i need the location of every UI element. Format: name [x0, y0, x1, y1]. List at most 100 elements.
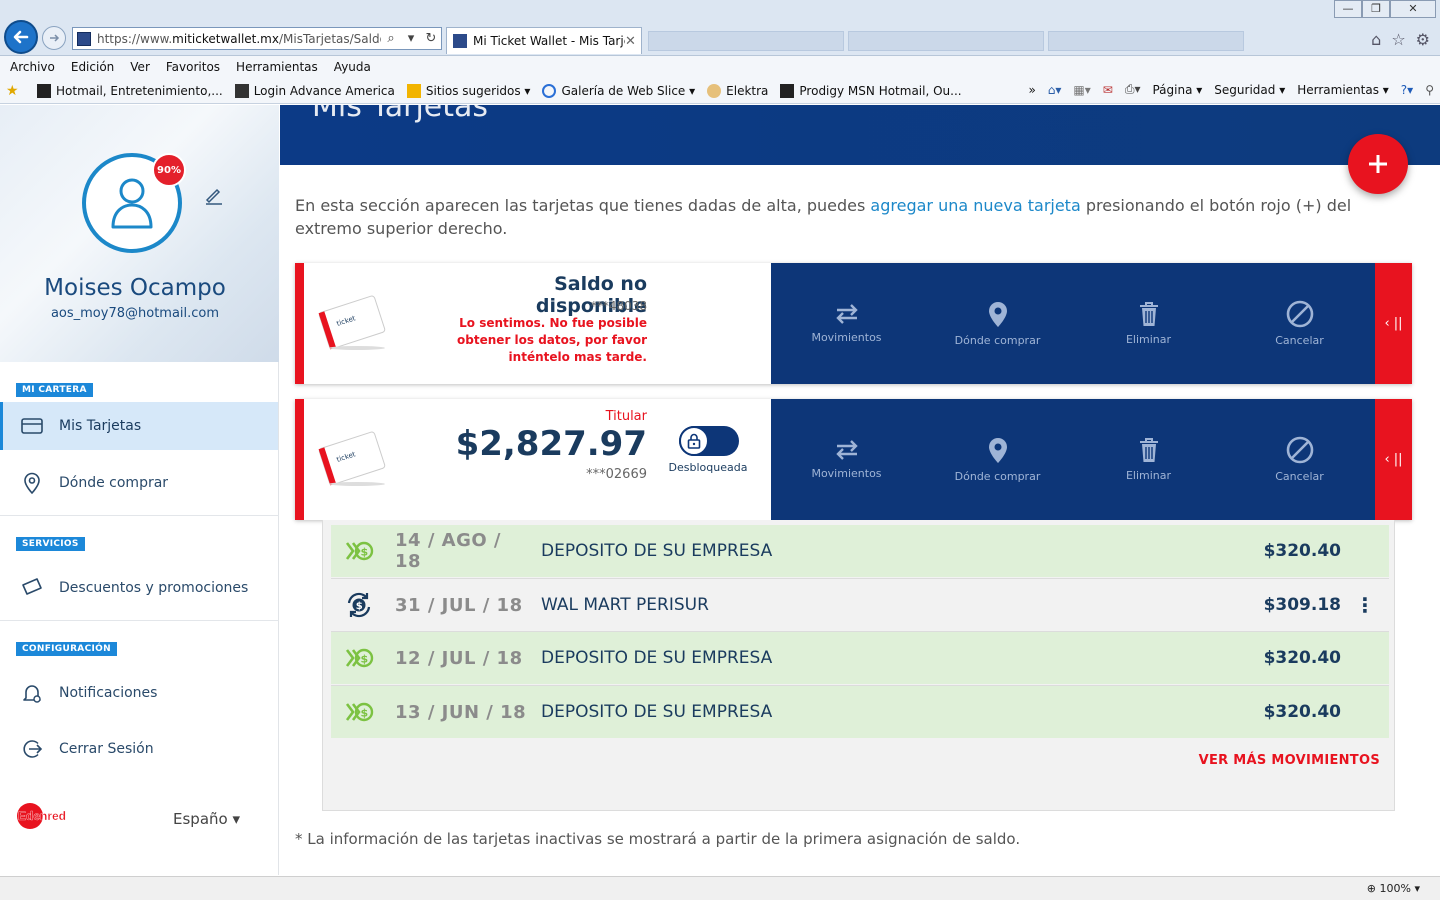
- status-bar: ⊕ 100% ▾: [0, 876, 1440, 900]
- where-buy-button[interactable]: Dónde comprar: [922, 263, 1073, 384]
- arrow-right-icon: [50, 34, 60, 42]
- delete-button[interactable]: Eliminar: [1073, 263, 1224, 384]
- tab-title: Mi Ticket Wallet - Mis Tarje...: [473, 34, 625, 48]
- card-drawer-toggle[interactable]: ‹ ||: [1375, 399, 1412, 520]
- tools-menu[interactable]: Herramientas ▾: [1297, 83, 1389, 97]
- card-actions: Movimientos Dónde comprar Eliminar Cance…: [771, 399, 1375, 520]
- favorite-label: Prodigy MSN Hotmail, Ou...: [799, 83, 962, 98]
- section-label-config: CONFIGURACIÓN: [16, 642, 117, 656]
- sidebar-item-discounts[interactable]: Descuentos y promociones: [0, 564, 278, 612]
- msn-icon: [780, 83, 795, 98]
- favorite-label: Galería de Web Slice ▾: [561, 83, 696, 98]
- sidebar-item-my-cards[interactable]: Mis Tarjetas: [0, 402, 278, 450]
- movements-button[interactable]: Movimientos: [771, 263, 922, 384]
- gear-icon[interactable]: ⚙: [1416, 30, 1430, 49]
- movement-amount: $320.40: [1263, 541, 1341, 561]
- delete-button[interactable]: Eliminar: [1073, 399, 1224, 520]
- close-tab-icon[interactable]: ✕: [625, 34, 641, 49]
- favorite-link[interactable]: Sitios sugeridos ▾: [406, 83, 530, 98]
- tab-inactive[interactable]: [648, 31, 844, 51]
- back-button[interactable]: [4, 20, 38, 54]
- card-actions: Movimientos Dónde comprar Eliminar Cance…: [771, 263, 1375, 384]
- cancel-card-button[interactable]: Cancelar: [1224, 399, 1375, 520]
- arrow-left-icon: [13, 30, 29, 44]
- movement-amount: $309.18: [1263, 595, 1341, 615]
- language-selector[interactable]: Españo ▾: [173, 810, 240, 828]
- home-icon[interactable]: ⌂▾: [1048, 83, 1062, 97]
- elektra-icon: [707, 83, 722, 98]
- action-label: Dónde comprar: [954, 334, 1041, 347]
- movement-row[interactable]: $ 31 / JUL / 18 WAL MART PERISUR $309.18…: [331, 579, 1389, 631]
- tab-active[interactable]: Mi Ticket Wallet - Mis Tarje... ✕: [446, 27, 642, 54]
- movements-button[interactable]: Movimientos: [771, 399, 922, 520]
- rss-icon[interactable]: ▦▾: [1073, 83, 1090, 97]
- movement-row[interactable]: $ 14 / AGO / 18 DEPOSITO DE SU EMPRESA $…: [331, 525, 1389, 577]
- tab-inactive[interactable]: [1048, 31, 1244, 51]
- maximize-button[interactable]: ❐: [1362, 0, 1390, 18]
- favorite-link[interactable]: Login Advance America: [234, 83, 395, 98]
- error-message: Lo sentimos. No fue posible obtener los …: [457, 316, 647, 364]
- tab-inactive[interactable]: [848, 31, 1044, 51]
- mail-icon[interactable]: ✉: [1103, 83, 1113, 97]
- card-lock-toggle[interactable]: [679, 426, 739, 456]
- refresh-icon[interactable]: ↻: [421, 31, 441, 46]
- page-header: Mis Tarjetas: [280, 105, 1440, 165]
- sidebar-item-where-buy[interactable]: Dónde comprar: [0, 459, 278, 507]
- add-card-link[interactable]: agregar una nueva tarjeta: [870, 196, 1080, 215]
- user-icon: [111, 178, 153, 229]
- favorite-link[interactable]: Elektra: [707, 83, 768, 98]
- command-bar: » ⌂▾ ▦▾ ✉ ⎙▾ Página ▾ Seguridad ▾ Herram…: [1028, 82, 1434, 97]
- cancel-card-button[interactable]: Cancelar: [1224, 263, 1375, 384]
- address-bar[interactable]: https://www.miticketwallet.mx/MisTarjeta…: [72, 27, 442, 50]
- home-icon[interactable]: ⌂: [1371, 30, 1381, 49]
- print-icon[interactable]: ⎙▾: [1125, 82, 1141, 97]
- zoom-control[interactable]: ⊕ 100% ▾: [1367, 882, 1420, 895]
- security-menu[interactable]: Seguridad ▾: [1214, 83, 1285, 97]
- menu-item-archivo[interactable]: Archivo: [10, 60, 55, 74]
- url-text[interactable]: https://www.miticketwallet.mx/MisTarjeta…: [97, 32, 381, 46]
- menu-item-herramientas[interactable]: Herramientas: [236, 60, 318, 74]
- movement-row[interactable]: $ 13 / JUN / 18 DEPOSITO DE SU EMPRESA $…: [331, 686, 1389, 738]
- movement-date: 14 / AGO / 18: [395, 530, 502, 572]
- page-title: Mis Tarjetas: [312, 105, 489, 124]
- sidebar-item-notifications[interactable]: Notificaciones: [0, 669, 278, 717]
- menu-item-favoritos[interactable]: Favoritos: [166, 60, 220, 74]
- favorite-link[interactable]: Hotmail, Entretenimiento,...: [37, 83, 223, 98]
- action-label: Movimientos: [811, 467, 882, 480]
- favorite-link[interactable]: Prodigy MSN Hotmail, Ou...: [780, 83, 962, 98]
- plus-icon: [1369, 155, 1387, 173]
- minimize-button[interactable]: —: [1334, 0, 1362, 18]
- edit-profile-icon[interactable]: [204, 185, 224, 205]
- see-more-movements-link[interactable]: VER MÁS MOVIMIENTOS: [1130, 753, 1380, 768]
- section-label-wallet: MI CARTERA: [16, 383, 93, 397]
- movement-row[interactable]: $ 12 / JUL / 18 DEPOSITO DE SU EMPRESA $…: [331, 632, 1389, 684]
- favorites-star-icon[interactable]: ★: [6, 84, 25, 98]
- search-icon[interactable]: ⌕: [381, 31, 401, 46]
- add-card-button[interactable]: [1348, 134, 1408, 194]
- help-icon[interactable]: ?▾: [1401, 83, 1413, 97]
- credit-card-icon: [21, 418, 43, 434]
- dropdown-arrow-icon[interactable]: ▾: [401, 31, 421, 46]
- close-window-button[interactable]: ✕: [1390, 0, 1436, 18]
- profile-progress-badge: 90%: [152, 153, 186, 187]
- movement-description: DEPOSITO DE SU EMPRESA: [541, 648, 773, 668]
- menu-item-ayuda[interactable]: Ayuda: [334, 60, 371, 74]
- star-icon[interactable]: ☆: [1391, 30, 1405, 49]
- action-label: Cancelar: [1275, 334, 1324, 347]
- forward-button[interactable]: [42, 26, 66, 50]
- more-favorites-chevron[interactable]: »: [1028, 83, 1035, 97]
- more-options-icon[interactable]: ⋮: [1355, 593, 1375, 617]
- where-buy-button[interactable]: Dónde comprar: [922, 399, 1073, 520]
- favorite-label: Hotmail, Entretenimiento,...: [56, 83, 223, 98]
- bell-icon: [23, 685, 41, 703]
- tab-favicon-icon: [453, 34, 467, 48]
- favorite-link[interactable]: Galería de Web Slice ▾: [542, 83, 696, 98]
- menu-item-edicion[interactable]: Edición: [71, 60, 114, 74]
- sidebar-item-logout[interactable]: Cerrar Sesión: [0, 725, 278, 773]
- research-icon[interactable]: ⚲: [1425, 83, 1434, 97]
- menu-item-ver[interactable]: Ver: [130, 60, 150, 74]
- page-menu[interactable]: Página ▾: [1152, 83, 1202, 97]
- card-drawer-toggle[interactable]: ‹ ||: [1375, 263, 1412, 384]
- intro-text: En esta sección aparecen las tarjetas qu…: [295, 194, 1395, 240]
- msn-icon: [37, 83, 51, 98]
